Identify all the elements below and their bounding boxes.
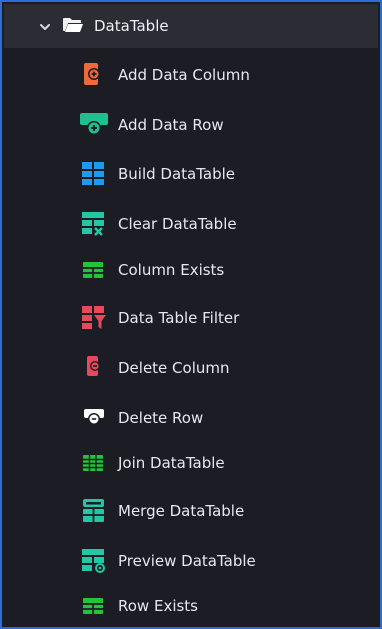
merge-datatable-icon [83, 499, 104, 522]
activity-column-exists[interactable]: Column Exists [80, 255, 370, 285]
activity-preview-datatable[interactable]: Preview DataTable [80, 546, 370, 576]
activity-row-exists[interactable]: Row Exists [80, 591, 370, 621]
activity-data-table-filter[interactable]: Data Table Filter [80, 303, 370, 333]
item-label: Merge DataTable [118, 502, 245, 520]
clear-datatable-icon [82, 212, 104, 236]
item-label: Add Data Row [118, 116, 224, 134]
preview-datatable-icon [82, 549, 105, 573]
add-data-column-icon [84, 63, 100, 85]
activity-add-data-row[interactable]: Add Data Row [80, 110, 370, 140]
item-label: Data Table Filter [118, 309, 240, 327]
item-label: Build DataTable [118, 165, 236, 183]
activity-clear-datatable[interactable]: Clear DataTable [80, 209, 370, 239]
activity-delete-row[interactable]: Delete Row [80, 403, 370, 433]
row-exists-icon [83, 598, 103, 614]
item-label: Column Exists [118, 261, 225, 279]
delete-column-icon [87, 356, 100, 376]
item-label: Delete Row [118, 409, 204, 427]
activity-add-data-column[interactable]: Add Data Column [80, 60, 370, 90]
item-label: Row Exists [118, 597, 198, 615]
item-label: Join DataTable [118, 454, 225, 472]
item-label: Preview DataTable [118, 552, 256, 570]
data-table-filter-icon [82, 306, 106, 329]
join-datatable-icon [83, 455, 103, 471]
chevron-down-icon[interactable] [38, 20, 52, 34]
group-header-datatable[interactable]: DataTable [4, 4, 378, 48]
folder-open-icon [63, 18, 83, 32]
item-label: Clear DataTable [118, 215, 237, 233]
group-title: DataTable [94, 17, 169, 35]
activity-delete-column[interactable]: Delete Column [80, 353, 370, 383]
item-label: Delete Column [118, 359, 230, 377]
activity-join-datatable[interactable]: Join DataTable [80, 448, 370, 478]
activity-merge-datatable[interactable]: Merge DataTable [80, 496, 370, 526]
item-label: Add Data Column [118, 66, 250, 84]
activities-panel: DataTable Add Data Column Add Data Row B… [0, 0, 382, 629]
activity-build-datatable[interactable]: Build DataTable [80, 159, 370, 189]
delete-row-icon [84, 409, 104, 425]
column-exists-icon [83, 262, 103, 278]
add-data-row-icon [80, 113, 108, 135]
build-datatable-icon [82, 162, 104, 185]
